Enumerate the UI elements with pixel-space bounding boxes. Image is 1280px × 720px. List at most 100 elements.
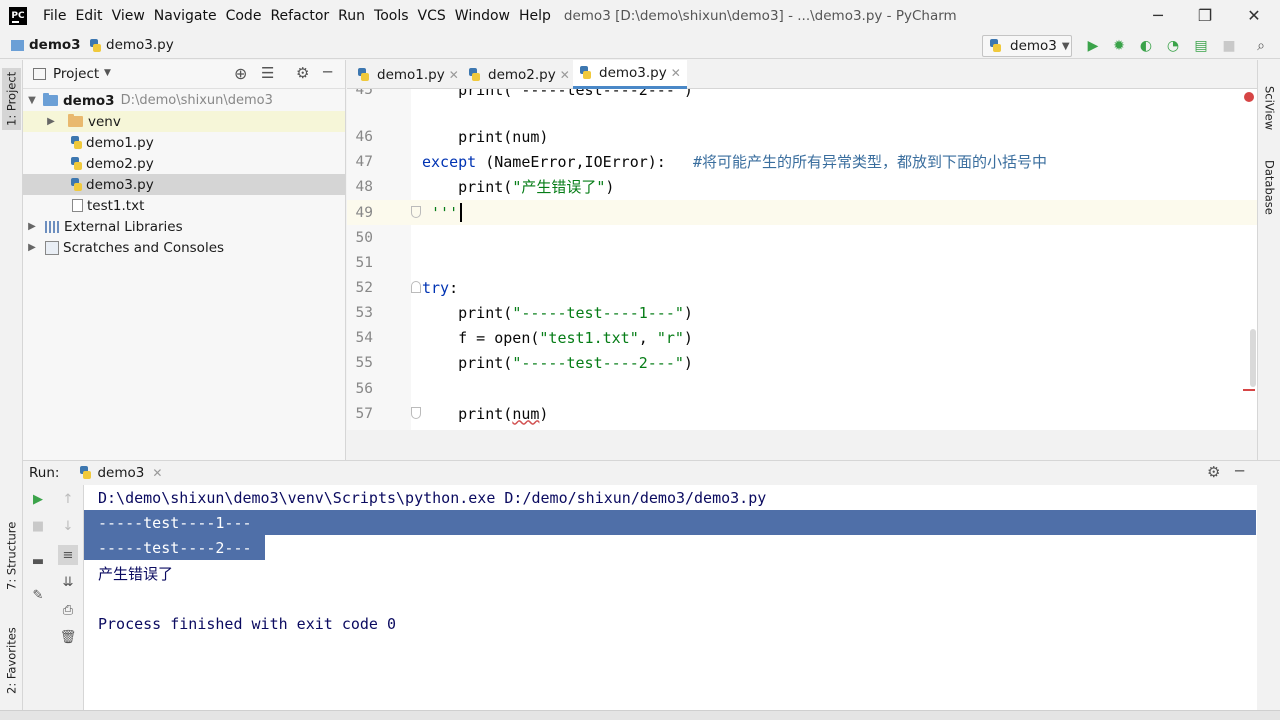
debug-icon[interactable]: ✹ (1110, 37, 1128, 55)
run-tab-label[interactable]: demo3 (97, 465, 144, 481)
menu-view[interactable]: View (108, 8, 149, 24)
close-icon[interactable]: ✕ (152, 466, 162, 480)
trash-icon[interactable]: 🗑 (58, 627, 78, 647)
tree-item-external-libraries[interactable]: ▶ External Libraries (23, 216, 345, 237)
fold-icon[interactable] (411, 407, 421, 419)
structure-tool-tab[interactable]: 7: Structure (2, 515, 21, 597)
pin-icon[interactable]: ✎ (28, 585, 48, 605)
stop-icon[interactable]: ■ (1220, 37, 1238, 55)
chevron-right-icon: ▶ (28, 242, 36, 253)
layout-icon[interactable]: ▬ (28, 551, 48, 571)
console-output[interactable]: D:\demo\shixun\demo3\venv\Scripts\python… (84, 485, 1257, 710)
line-number: 56 (355, 380, 373, 397)
menu-refactor[interactable]: Refactor (266, 8, 333, 24)
tree-item-label: demo3.py (86, 176, 154, 193)
error-indicator-icon[interactable] (1244, 92, 1254, 102)
tree-item-label: venv (88, 113, 121, 130)
close-icon[interactable]: ✕ (560, 68, 570, 82)
console-line: 产生错误了 (98, 565, 174, 583)
database-tool-tab[interactable]: Database (1260, 152, 1279, 222)
tree-item-demo3-py[interactable]: demo3.py (23, 174, 345, 195)
search-icon[interactable]: ⌕ (1252, 37, 1270, 55)
gear-icon[interactable]: ⚙ (1207, 463, 1220, 481)
favorites-tool-tab[interactable]: 2: Favorites (2, 616, 21, 706)
code-editor[interactable]: 45 print("-----test----2---") 46 print(n… (347, 89, 1257, 430)
tree-item-test1-txt[interactable]: test1.txt (23, 195, 345, 216)
restore-button[interactable]: ❐ (1183, 4, 1227, 26)
menu-help[interactable]: Help (515, 8, 555, 24)
editor-scrollbar[interactable] (1250, 329, 1256, 387)
code-text: ''' (422, 203, 459, 222)
code-line[interactable]: 52 try: (347, 275, 1257, 300)
code-line[interactable]: 56 (347, 376, 1257, 401)
tree-item-demo2-py[interactable]: demo2.py (23, 153, 345, 174)
menu-edit[interactable]: Edit (71, 8, 106, 24)
tab-demo2-py[interactable]: demo2.py ✕ (462, 60, 576, 89)
project-panel-title[interactable]: Project (53, 66, 99, 82)
fold-icon[interactable] (411, 281, 421, 293)
arrow-down-icon[interactable]: ↓ (58, 516, 78, 536)
run-icon[interactable]: ▶ (1084, 37, 1102, 55)
code-line[interactable]: 46 print(num) (347, 124, 1257, 149)
locate-icon[interactable]: ⊕ (234, 64, 247, 83)
collapse-all-icon[interactable]: ☰ (261, 64, 274, 82)
code-fragment: ) (605, 178, 615, 196)
code-text: print(num) (422, 405, 548, 423)
line-number: 49 (355, 204, 373, 221)
rerun-icon[interactable]: ▶ (28, 489, 48, 509)
hide-panel-icon[interactable]: ─ (1235, 462, 1244, 480)
breadcrumb-file[interactable]: demo3.py (106, 37, 174, 53)
code-line[interactable]: 57 print(num) (347, 401, 1257, 426)
tree-item-demo1-py[interactable]: demo1.py (23, 132, 345, 153)
close-window-button[interactable]: ✕ (1232, 4, 1276, 26)
project-tool-tab[interactable]: 1: Project (2, 68, 21, 130)
tree-item-scratches[interactable]: ▶ Scratches and Consoles (23, 237, 345, 258)
code-fragment: print( (422, 353, 513, 372)
code-line[interactable]: 50 (347, 225, 1257, 250)
code-line[interactable]: 53 print("-----test----1---") (347, 300, 1257, 325)
code-fragment: , (638, 328, 657, 347)
stop-icon[interactable]: ■ (28, 516, 48, 536)
tab-demo3-py[interactable]: demo3.py ✕ (573, 60, 687, 89)
code-line-current[interactable]: 49 ''' (347, 200, 1257, 225)
code-line[interactable]: 47 except (NameError,IOError): #将可能产生的所有… (347, 149, 1257, 174)
code-line[interactable]: 48 print("产生错误了") (347, 174, 1257, 199)
breadcrumb-project[interactable]: demo3 (29, 37, 81, 53)
close-icon[interactable]: ✕ (449, 68, 459, 82)
run-config-dropdown[interactable]: demo3 ▼ (982, 35, 1072, 57)
fold-icon[interactable] (411, 206, 421, 218)
tree-item-demo3[interactable]: ▼ demo3 D:\demo\shixun\demo3 (23, 90, 345, 111)
tab-demo1-py[interactable]: demo1.py ✕ (351, 60, 465, 89)
menu-vcs[interactable]: VCS (414, 8, 450, 24)
code-line[interactable]: 54 f = open("test1.txt", "r") (347, 325, 1257, 350)
gear-icon[interactable]: ⚙ (296, 64, 309, 82)
profile-icon[interactable]: ◔ (1164, 37, 1182, 55)
hide-panel-icon[interactable]: ─ (323, 63, 332, 81)
scroll-to-end-icon[interactable]: ⇊ (58, 572, 78, 592)
menu-window[interactable]: Window (451, 8, 514, 24)
close-icon[interactable]: ✕ (671, 66, 681, 80)
print-icon[interactable]: ⎙ (58, 600, 78, 620)
minimize-button[interactable]: ─ (1136, 4, 1180, 26)
menu-tools[interactable]: Tools (370, 8, 413, 24)
arrow-up-icon[interactable]: ↑ (58, 489, 78, 509)
chevron-right-icon: ▶ (28, 221, 36, 232)
tree-item-label: demo1.py (86, 134, 154, 151)
menu-file[interactable]: File (39, 8, 70, 24)
code-line[interactable]: 45 print("-----test----2---") (347, 89, 1257, 102)
sciview-tool-tab[interactable]: SciView (1260, 86, 1279, 130)
code-line[interactable]: 55 print("-----test----2---") (347, 350, 1257, 375)
menu-navigate[interactable]: Navigate (150, 8, 221, 24)
coverage-icon[interactable]: ◐ (1137, 37, 1155, 55)
tree-item-label: Scratches and Consoles (63, 239, 225, 256)
tree-item-venv[interactable]: ▶ venv (23, 111, 345, 132)
chevron-down-icon[interactable]: ▼ (104, 68, 111, 78)
code-line[interactable]: 51 (347, 250, 1257, 275)
menu-code[interactable]: Code (222, 8, 266, 24)
menu-run[interactable]: Run (334, 8, 369, 24)
code-fragment: ) (539, 404, 549, 423)
error-stripe-marker[interactable] (1243, 389, 1255, 391)
concurrency-icon[interactable]: ▤ (1192, 37, 1210, 55)
unresolved-reference: num (512, 404, 540, 423)
soft-wrap-icon[interactable]: ≡ (58, 545, 78, 565)
